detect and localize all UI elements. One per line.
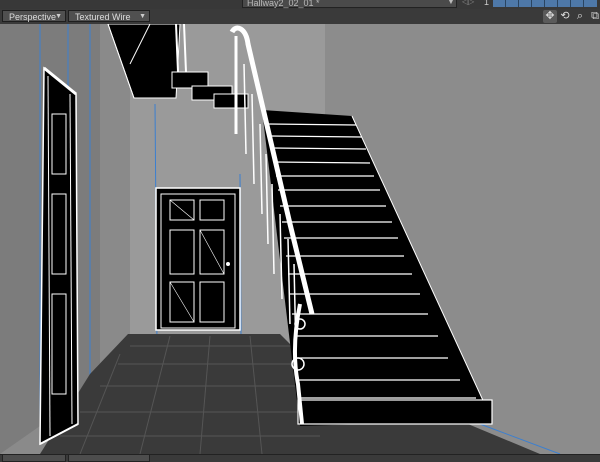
maximize-view-icon: ⧉ bbox=[591, 10, 599, 22]
bottom-step bbox=[297, 399, 493, 425]
scene-render bbox=[0, 24, 600, 454]
move-view-icon: ✥ bbox=[545, 10, 555, 22]
zoom-view-button[interactable]: ⌕ bbox=[573, 10, 587, 23]
timeline-bar[interactable] bbox=[493, 0, 597, 7]
maximize-view-button[interactable]: ⧉ bbox=[588, 10, 600, 23]
back-door bbox=[155, 187, 241, 331]
chevron-down-icon: ▼ bbox=[55, 13, 62, 20]
rotate-view-button[interactable]: ⟲ bbox=[558, 10, 572, 23]
frame-number[interactable]: 1 bbox=[484, 0, 489, 7]
frame-step-icons[interactable]: ◁▷ bbox=[462, 0, 474, 6]
scene-selector[interactable]: Hallway2_02_01 * bbox=[242, 0, 457, 8]
camera-dropdown[interactable]: Perspective ▼ bbox=[2, 10, 66, 22]
shading-dropdown[interactable]: Textured Wire ▼ bbox=[68, 10, 150, 22]
rotate-view-icon: ⟲ bbox=[560, 10, 570, 22]
bottom-panel-dropdown-left[interactable] bbox=[2, 454, 66, 462]
scene-name: Hallway2_02_01 * bbox=[247, 0, 320, 8]
camera-label: Perspective bbox=[9, 12, 57, 22]
app-window: Hallway2_02_01 * ▼ ◁▷ 1 Perspective ▼ Te… bbox=[0, 0, 600, 462]
zoom-view-icon: ⌕ bbox=[576, 10, 584, 22]
left-door bbox=[39, 66, 79, 446]
chevron-down-icon: ▼ bbox=[139, 13, 146, 20]
perspective-viewport[interactable] bbox=[0, 24, 600, 454]
shading-label: Textured Wire bbox=[75, 12, 131, 22]
scene-dropdown-icon[interactable]: ▼ bbox=[447, 0, 455, 6]
bottom-panel-dropdown-right[interactable] bbox=[68, 454, 150, 462]
move-view-button[interactable]: ✥ bbox=[543, 10, 557, 23]
